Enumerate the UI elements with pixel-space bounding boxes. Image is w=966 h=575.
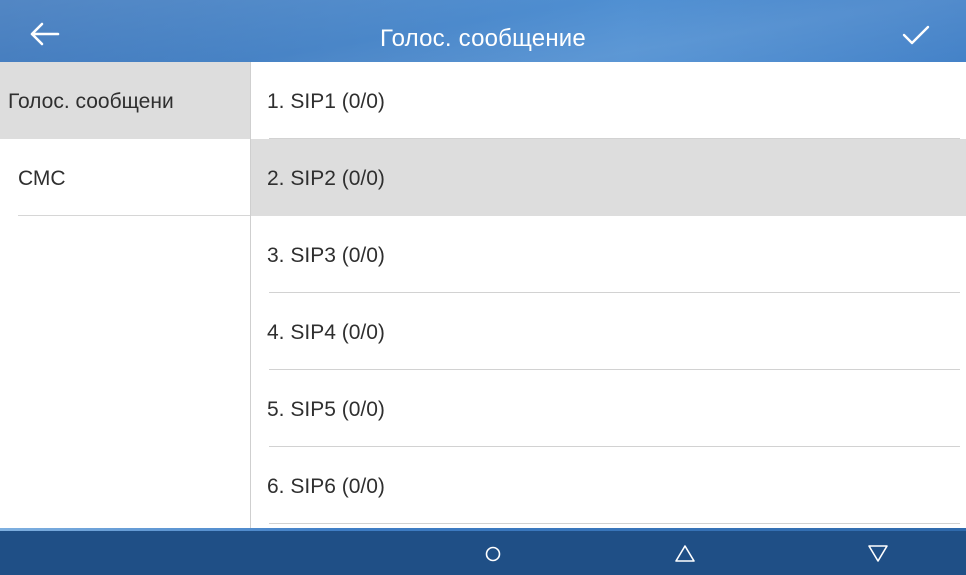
list-item-label: 2. SIP2 (0/0)	[267, 167, 385, 190]
page-title: Голос. сообщение	[380, 25, 586, 52]
bottom-nav-bar	[0, 531, 966, 575]
list-item-label: 4. SIP4 (0/0)	[267, 321, 385, 344]
list-item-sip6[interactable]: 6. SIP6 (0/0)	[251, 447, 966, 524]
list-item-sip2[interactable]: 2. SIP2 (0/0)	[251, 139, 966, 216]
scroll-up-button[interactable]	[655, 531, 715, 575]
list-item-label: 5. SIP5 (0/0)	[267, 398, 385, 421]
divider	[269, 523, 960, 524]
list-item-sip1[interactable]: 1. SIP1 (0/0)	[251, 62, 966, 139]
list-item-sip4[interactable]: 4. SIP4 (0/0)	[251, 293, 966, 370]
confirm-button[interactable]	[894, 14, 938, 54]
sip-account-list: 1. SIP1 (0/0) 2. SIP2 (0/0) 3. SIP3 (0/0…	[251, 62, 966, 528]
home-button[interactable]	[463, 531, 523, 575]
sidebar-item-label: Голос. сообщени	[8, 90, 174, 113]
triangle-down-icon	[868, 545, 888, 562]
back-button[interactable]	[24, 14, 68, 54]
header-bar: Голос. сообщение	[0, 0, 966, 62]
list-item-label: 6. SIP6 (0/0)	[267, 475, 385, 498]
arrow-left-icon	[30, 22, 60, 46]
checkmark-icon	[902, 25, 930, 45]
list-item-sip3[interactable]: 3. SIP3 (0/0)	[251, 216, 966, 293]
list-item-label: 1. SIP1 (0/0)	[267, 90, 385, 113]
sidebar-item-voice-message[interactable]: Голос. сообщени	[0, 62, 250, 139]
scroll-down-button[interactable]	[848, 531, 908, 575]
category-sidebar: Голос. сообщени СМС	[0, 62, 250, 528]
triangle-up-icon	[675, 545, 695, 562]
list-item-sip5[interactable]: 5. SIP5 (0/0)	[251, 370, 966, 447]
sidebar-item-sms[interactable]: СМС	[18, 139, 250, 216]
sidebar-item-label: СМС	[18, 167, 66, 190]
list-item-label: 3. SIP3 (0/0)	[267, 244, 385, 267]
circle-icon	[485, 546, 501, 562]
